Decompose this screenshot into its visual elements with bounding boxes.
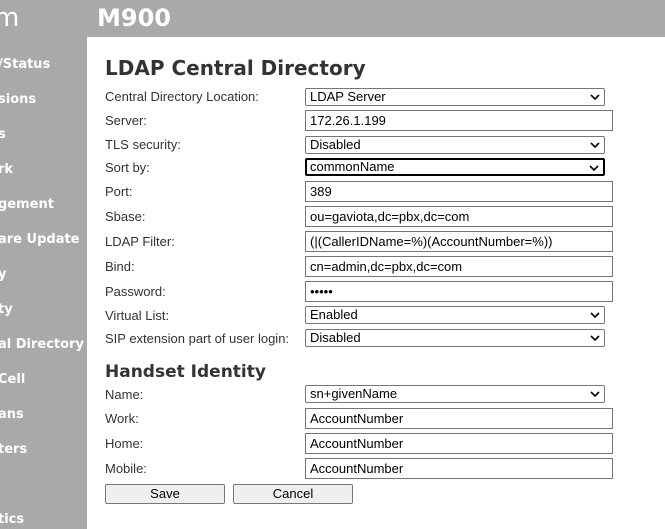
sidebar-item-multi-cell[interactable]: Cell [0, 372, 25, 387]
sidebar-item-status[interactable]: /Status [0, 57, 50, 72]
sbase-label: Sbase: [105, 209, 146, 224]
password-input[interactable]: ••••• [305, 281, 613, 302]
ldap-filter-label: LDAP Filter: [105, 234, 175, 249]
tls-select[interactable]: Disabled [305, 136, 605, 154]
sip-extension-label: SIP extension part of user login: [105, 331, 290, 346]
chevron-down-icon [590, 391, 600, 398]
home-label: Home: [105, 436, 144, 451]
sort-select[interactable]: commonName [305, 158, 605, 176]
virtual-list-value: Enabled [310, 307, 358, 322]
sidebar-nav: /Status sions s rk gement are Update y t… [0, 37, 87, 529]
sidebar-item-country[interactable]: y [0, 267, 6, 282]
sidebar-item-management[interactable]: gement [0, 197, 54, 212]
chevron-down-icon [590, 142, 600, 149]
sidebar-item-extensions[interactable]: sions [0, 92, 36, 107]
top-header-bar: m M900 [0, 0, 665, 37]
mobile-input[interactable]: AccountNumber [305, 458, 613, 479]
sip-extension-select[interactable]: Disabled [305, 329, 605, 347]
sidebar-item-firmware-update[interactable]: are Update [0, 232, 80, 247]
save-button[interactable]: Save [105, 484, 225, 504]
sidebar-item-users[interactable]: s [0, 127, 6, 142]
tls-value: Disabled [310, 137, 361, 152]
work-input[interactable]: AccountNumber [305, 408, 613, 429]
sidebar-item-central-directory[interactable]: al Directory [0, 337, 84, 352]
server-input[interactable]: 172.26.1.199 [305, 110, 613, 131]
handset-name-value: sn+givenName [310, 386, 398, 401]
virtual-list-select[interactable]: Enabled [305, 306, 605, 324]
port-input[interactable]: 389 [305, 181, 613, 202]
chevron-down-icon [590, 312, 600, 319]
port-label: Port: [105, 184, 133, 199]
tls-label: TLS security: [105, 137, 181, 152]
handset-identity-heading: Handset Identity [105, 362, 266, 382]
sidebar-item-network[interactable]: rk [0, 162, 13, 177]
model-name: M900 [97, 4, 171, 32]
brand-logo: m [0, 3, 20, 33]
work-label: Work: [105, 411, 139, 426]
bind-label: Bind: [105, 259, 135, 274]
sidebar-item-dial-plans[interactable]: ans [0, 407, 24, 422]
sidebar-item-repeaters[interactable]: ters [0, 442, 27, 457]
chevron-down-icon [590, 94, 600, 101]
ldap-filter-input[interactable]: (|(CallerIDName=%)(AccountNumber=%)) [305, 231, 613, 252]
sidebar-item-statistics[interactable]: tics [0, 512, 24, 527]
home-input[interactable]: AccountNumber [305, 433, 613, 454]
virtual-list-label: Virtual List: [105, 308, 170, 323]
password-label: Password: [105, 284, 166, 299]
sbase-input[interactable]: ou=gaviota,dc=pbx,dc=com [305, 206, 613, 227]
chevron-down-icon [589, 165, 599, 172]
server-label: Server: [105, 113, 147, 128]
handset-name-select[interactable]: sn+givenName [305, 385, 605, 403]
location-select[interactable]: LDAP Server [305, 88, 605, 106]
sort-value: commonName [310, 160, 395, 174]
location-value: LDAP Server [310, 89, 386, 104]
main-content: LDAP Central Directory Central Directory… [87, 37, 665, 529]
bind-input[interactable]: cn=admin,dc=pbx,dc=com [305, 256, 613, 277]
page-title: LDAP Central Directory [105, 56, 366, 80]
sip-extension-value: Disabled [310, 330, 361, 345]
mobile-label: Mobile: [105, 461, 147, 476]
chevron-down-icon [590, 335, 600, 342]
sort-label: Sort by: [105, 160, 150, 175]
cancel-button[interactable]: Cancel [233, 484, 353, 504]
handset-name-label: Name: [105, 387, 144, 402]
location-label: Central Directory Location: [105, 89, 259, 104]
sidebar-item-security[interactable]: ty [0, 302, 13, 317]
